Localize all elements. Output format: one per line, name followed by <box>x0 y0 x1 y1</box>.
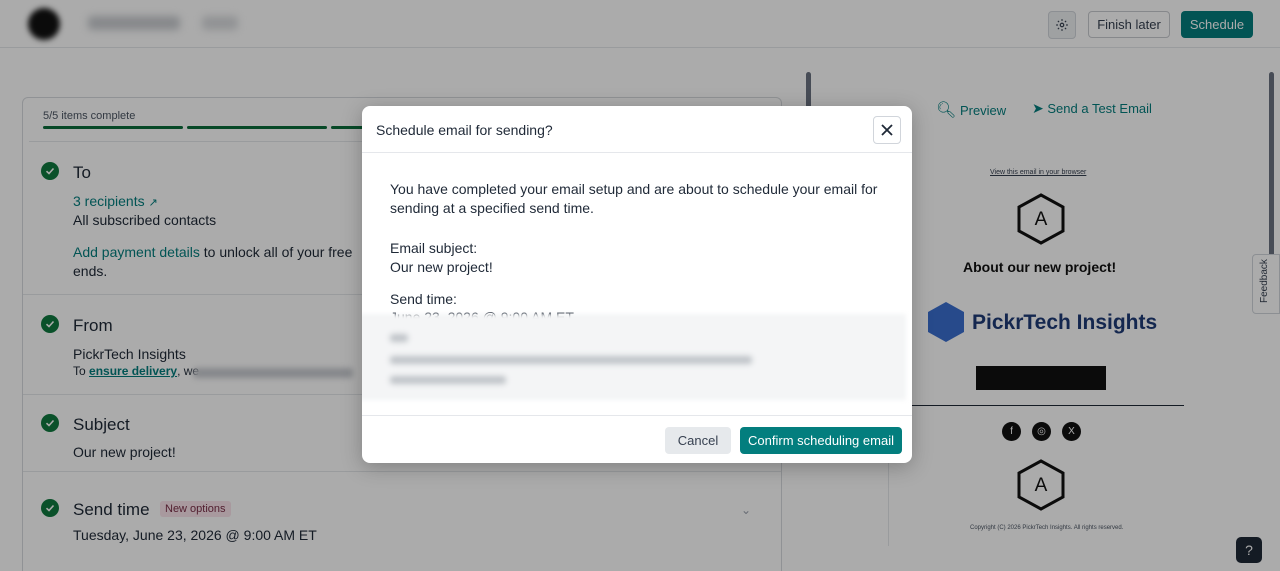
cancel-button[interactable]: Cancel <box>665 427 731 454</box>
send-time-label: Send time: <box>390 291 457 307</box>
email-subject-label: Email subject: <box>390 240 478 256</box>
dialog-footer: Cancel Confirm scheduling email <box>362 415 912 463</box>
schedule-dialog: Schedule email for sending? You have com… <box>362 106 912 463</box>
dialog-body: You have completed your email setup and … <box>362 154 912 416</box>
blurred-text <box>390 356 752 364</box>
confirm-scheduling-button[interactable]: Confirm scheduling email <box>740 427 902 454</box>
blurred-text <box>390 334 408 342</box>
dialog-description: You have completed your email setup and … <box>390 181 878 216</box>
dialog-header: Schedule email for sending? <box>362 106 912 153</box>
close-icon <box>881 124 893 136</box>
blurred-text <box>390 376 506 384</box>
email-subject-value: Our new project! <box>390 259 493 275</box>
close-button[interactable] <box>873 116 901 144</box>
dialog-title: Schedule email for sending? <box>376 122 553 138</box>
